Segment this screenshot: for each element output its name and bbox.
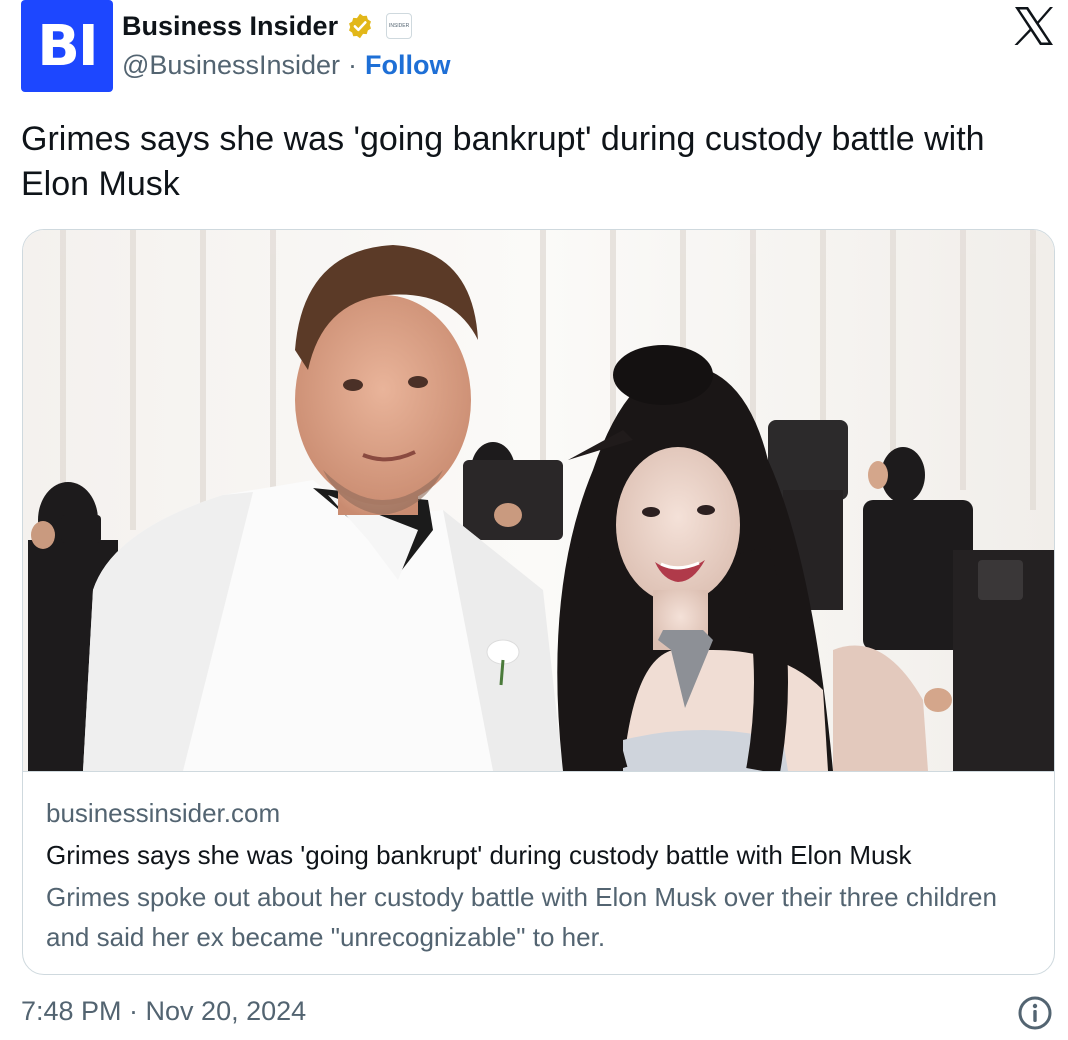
verified-badge-icon xyxy=(346,12,374,40)
affiliate-badge-icon[interactable]: INSIDER xyxy=(386,13,413,39)
card-title[interactable]: Grimes says she was 'going bankrupt' dur… xyxy=(46,837,1036,873)
author-handle[interactable]: @BusinessInsider xyxy=(122,50,340,81)
author-handle-row: @BusinessInsider · Follow xyxy=(122,50,451,81)
card-meta: businessinsider.com Grimes says she was … xyxy=(46,795,1036,957)
author-name[interactable]: Business Insider xyxy=(122,11,338,42)
link-card[interactable]: businessinsider.com Grimes says she was … xyxy=(22,229,1055,975)
author-name-row: Business Insider INSIDER xyxy=(122,8,451,44)
card-domain[interactable]: businessinsider.com xyxy=(46,795,1036,831)
handle-separator: · xyxy=(348,50,358,80)
info-icon[interactable] xyxy=(1017,995,1053,1031)
tweet-embed: BI Business Insider INSIDER @BusinessIns… xyxy=(0,0,1068,1040)
tweet-text: Grimes says she was 'going bankrupt' dur… xyxy=(21,120,985,203)
author-avatar[interactable]: BI xyxy=(21,0,113,92)
x-logo-icon[interactable] xyxy=(1013,6,1055,46)
affiliate-badge-text: INSIDER xyxy=(388,23,410,29)
tweet-timestamp[interactable]: 7:48 PM · Nov 20, 2024 xyxy=(21,993,306,1029)
avatar-logo-text: BI xyxy=(37,13,99,79)
author-info: Business Insider INSIDER @BusinessInside… xyxy=(122,8,451,81)
card-image[interactable] xyxy=(23,230,1054,772)
follow-button[interactable]: Follow xyxy=(365,50,450,81)
card-description: Grimes spoke out about her custody battl… xyxy=(46,882,997,952)
